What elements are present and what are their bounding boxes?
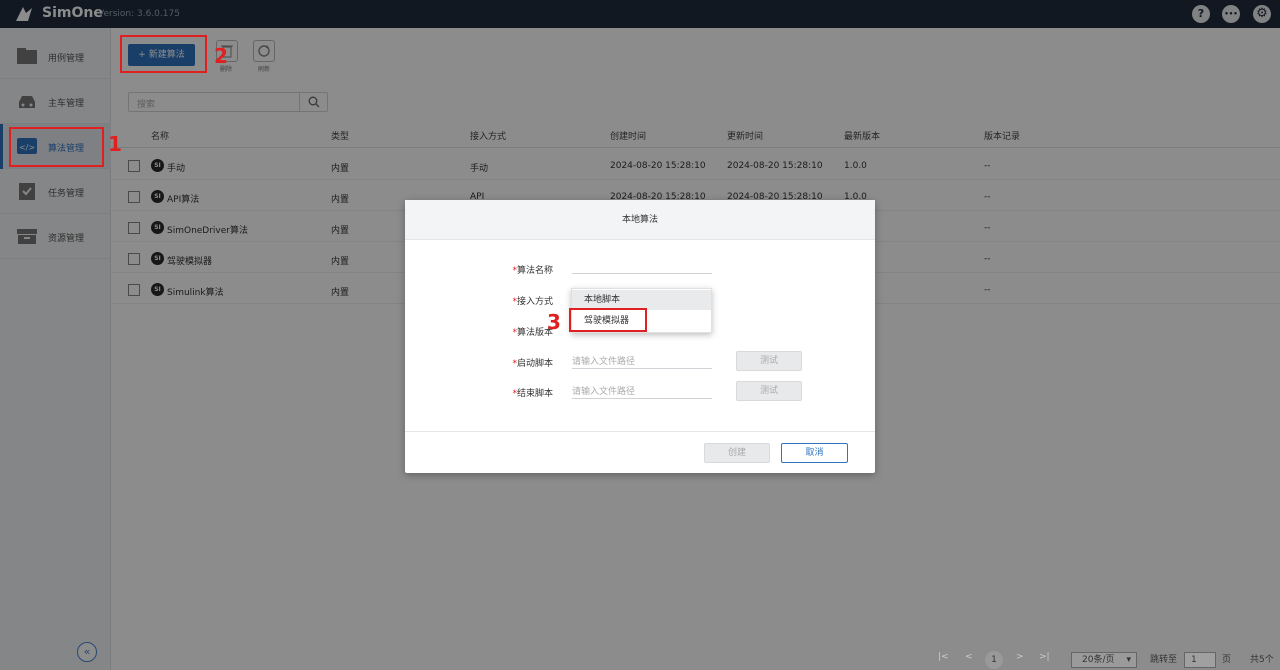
goto-page-input[interactable]: 1 bbox=[1184, 652, 1216, 668]
annotation-box-3 bbox=[569, 308, 647, 332]
end-script-input[interactable]: 请输入文件路径 bbox=[572, 381, 712, 399]
cancel-button[interactable]: 取消 bbox=[781, 443, 848, 463]
name-field-label: *算法名称 bbox=[512, 266, 553, 276]
annotation-number-3: 3 bbox=[547, 310, 561, 334]
annotation-number-2: 2 bbox=[214, 44, 228, 68]
first-page-button[interactable]: |< bbox=[938, 652, 949, 662]
version-field-label: *算法版本 bbox=[512, 328, 553, 338]
name-input[interactable] bbox=[572, 256, 712, 274]
access-field-label: *接入方式 bbox=[512, 297, 553, 307]
next-page-button[interactable]: > bbox=[1016, 652, 1024, 662]
start-script-input[interactable]: 请输入文件路径 bbox=[572, 351, 712, 369]
last-page-button[interactable]: >| bbox=[1039, 652, 1050, 662]
end-script-label: *结束脚本 bbox=[512, 389, 553, 399]
start-script-label: *启动脚本 bbox=[512, 359, 553, 369]
dropdown-option-local-script[interactable]: 本地脚本 bbox=[572, 290, 711, 310]
test-start-button[interactable]: 测试 bbox=[736, 351, 802, 371]
page-size-value: 20条/页 bbox=[1082, 655, 1115, 665]
goto-label: 跳转至 bbox=[1150, 655, 1178, 665]
create-button[interactable]: 创建 bbox=[704, 443, 770, 463]
chevron-down-icon: ▾ bbox=[1126, 655, 1131, 665]
annotation-box-1 bbox=[9, 127, 104, 167]
current-page[interactable]: 1 bbox=[985, 651, 1003, 669]
page-unit-label: 页 bbox=[1222, 655, 1232, 665]
prev-page-button[interactable]: < bbox=[965, 652, 973, 662]
dialog-title: 本地算法 bbox=[405, 200, 875, 240]
total-count: 共5个 bbox=[1250, 655, 1274, 665]
test-end-button[interactable]: 测试 bbox=[736, 381, 802, 401]
page-size-select[interactable]: 20条/页 ▾ bbox=[1071, 652, 1137, 668]
local-algorithm-dialog: 本地算法 *算法名称 *接入方式 *算法版本 *启动脚本 请输入文件路径 测试 … bbox=[405, 200, 875, 473]
annotation-box-2 bbox=[120, 35, 207, 73]
annotation-number-1: 1 bbox=[108, 132, 122, 156]
dialog-footer-divider bbox=[405, 431, 875, 432]
